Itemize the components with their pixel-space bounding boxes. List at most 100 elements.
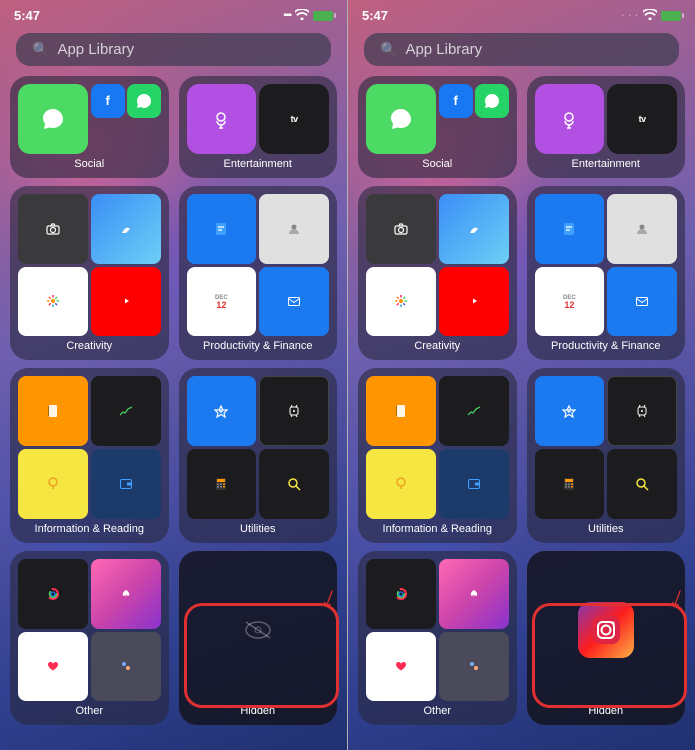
app-podcasts-right[interactable] xyxy=(535,84,605,154)
entertainment-folder-right[interactable]: tv Entertainment xyxy=(527,76,686,178)
app-tips-right[interactable] xyxy=(366,449,436,519)
app-health-right[interactable] xyxy=(366,632,436,702)
battery-icon-left xyxy=(313,11,333,21)
creativity-label-right: Creativity xyxy=(366,340,509,352)
info-folder-right[interactable]: Information & Reading xyxy=(358,368,517,543)
app-files-right[interactable] xyxy=(535,194,605,264)
app-health-left[interactable] xyxy=(18,632,88,702)
search-placeholder-left: App Library xyxy=(57,41,134,58)
hidden-folder-right[interactable]: Hidden xyxy=(527,551,686,726)
info-label-right: Information & Reading xyxy=(366,523,509,535)
row2-left: Creativity DEC 12 Productivity & Finance xyxy=(0,186,347,369)
hidden-label-left: Hidden xyxy=(240,705,275,717)
app-youtube-right[interactable] xyxy=(439,267,509,337)
row4-right: Other xyxy=(348,551,695,734)
app-other-misc-left[interactable] xyxy=(91,632,161,702)
app-tips-left[interactable] xyxy=(18,449,88,519)
entertainment-folder-left[interactable]: tv Entertainment xyxy=(179,76,338,178)
other-folder-right[interactable]: Other xyxy=(358,551,517,726)
app-freeform-left[interactable] xyxy=(91,194,161,264)
other-label-left: Other xyxy=(18,705,161,717)
creativity-folder-left[interactable]: Creativity xyxy=(10,186,169,361)
left-panel: 5:47 ▪▪▪ 🔍 App Library f xyxy=(0,0,347,750)
app-mail-left[interactable] xyxy=(259,267,329,337)
app-calculator-left[interactable] xyxy=(187,449,257,519)
wifi-icon-right xyxy=(643,8,657,23)
time-right: 5:47 xyxy=(362,8,388,23)
search-bar-right[interactable]: 🔍 App Library xyxy=(364,33,679,66)
status-bar-right: 5:47 · · · xyxy=(348,0,695,27)
app-magnifier-right[interactable] xyxy=(607,449,677,519)
app-appletv-left[interactable]: tv xyxy=(259,84,329,154)
app-photos-right[interactable] xyxy=(366,267,436,337)
app-appstore-left[interactable] xyxy=(187,376,257,446)
info-folder-left[interactable]: Information & Reading xyxy=(10,368,169,543)
app-watch-right[interactable] xyxy=(607,376,677,446)
app-monarch-right[interactable] xyxy=(439,559,509,629)
app-freeform-right[interactable] xyxy=(439,194,509,264)
other-folder-left[interactable]: Other xyxy=(10,551,169,726)
app-facebook-left[interactable]: f xyxy=(91,84,125,118)
app-activity-right[interactable] xyxy=(366,559,436,629)
productivity-label-left: Productivity & Finance xyxy=(187,340,330,352)
app-books-right[interactable] xyxy=(366,376,436,446)
productivity-folder-left[interactable]: DEC 12 Productivity & Finance xyxy=(179,186,338,361)
app-wallet-right[interactable] xyxy=(439,449,509,519)
app-stocks-left[interactable] xyxy=(91,376,161,446)
app-other-misc-right[interactable] xyxy=(439,632,509,702)
social-folder-left[interactable]: f Social xyxy=(10,76,169,178)
right-panel: 5:47 · · · 🔍 App Library f xyxy=(348,0,695,750)
app-magnifier-left[interactable] xyxy=(259,449,329,519)
app-camera-right[interactable] xyxy=(366,194,436,264)
hidden-label-right: Hidden xyxy=(588,705,623,717)
app-files-left[interactable] xyxy=(187,194,257,264)
utilities-folder-left[interactable]: Utilities xyxy=(179,368,338,543)
app-appletv-right[interactable]: tv xyxy=(607,84,677,154)
productivity-label-right: Productivity & Finance xyxy=(535,340,678,352)
app-podcasts-left[interactable] xyxy=(187,84,257,154)
time-left: 5:47 xyxy=(14,8,40,23)
app-messages-right[interactable] xyxy=(366,84,436,154)
app-whatsapp-left[interactable] xyxy=(127,84,161,118)
app-mail-right[interactable] xyxy=(607,267,677,337)
utilities-folder-right[interactable]: Utilities xyxy=(527,368,686,543)
search-bar-left[interactable]: 🔍 App Library xyxy=(16,33,331,66)
app-contacts-right[interactable] xyxy=(607,194,677,264)
app-monarch-left[interactable] xyxy=(91,559,161,629)
app-watch-left[interactable] xyxy=(259,376,329,446)
app-books-left[interactable] xyxy=(18,376,88,446)
app-youtube-left[interactable] xyxy=(91,267,161,337)
creativity-folder-right[interactable]: Creativity xyxy=(358,186,517,361)
wifi-icon-left xyxy=(295,8,309,23)
utilities-label-left: Utilities xyxy=(187,523,330,535)
app-photos-left[interactable] xyxy=(18,267,88,337)
search-icon-right: 🔍 xyxy=(380,41,397,58)
utilities-label-right: Utilities xyxy=(535,523,678,535)
row1-left: f Social tv Entertainment xyxy=(0,76,347,186)
search-placeholder-right: App Library xyxy=(405,41,482,58)
row4-left: Other Hidden xyxy=(0,551,347,734)
row1-right: f Social tv Entertainment xyxy=(348,76,695,186)
app-wallet-left[interactable] xyxy=(91,449,161,519)
app-calendar-right[interactable]: DEC 12 xyxy=(535,267,605,337)
app-facebook-right[interactable]: f xyxy=(439,84,473,118)
app-calculator-right[interactable] xyxy=(535,449,605,519)
app-calendar-left[interactable]: DEC 12 xyxy=(187,267,257,337)
social-label-right: Social xyxy=(366,158,509,170)
productivity-folder-right[interactable]: DEC 12 Productivity & Finance xyxy=(527,186,686,361)
status-bar-left: 5:47 ▪▪▪ xyxy=(0,0,347,27)
hidden-folder-left[interactable]: Hidden xyxy=(179,551,338,726)
app-messages-left[interactable] xyxy=(18,84,88,154)
app-stocks-right[interactable] xyxy=(439,376,509,446)
app-activity-left[interactable] xyxy=(18,559,88,629)
social-folder-right[interactable]: f Social xyxy=(358,76,517,178)
other-label-right: Other xyxy=(366,705,509,717)
status-icons-left: ▪▪▪ xyxy=(283,8,333,23)
app-whatsapp-right[interactable] xyxy=(475,84,509,118)
app-appstore-right[interactable] xyxy=(535,376,605,446)
row3-right: Information & Reading Utilities xyxy=(348,368,695,551)
entertainment-label-left: Entertainment xyxy=(187,158,330,170)
app-camera-left[interactable] xyxy=(18,194,88,264)
app-instagram-right[interactable] xyxy=(578,602,634,658)
app-contacts-left[interactable] xyxy=(259,194,329,264)
